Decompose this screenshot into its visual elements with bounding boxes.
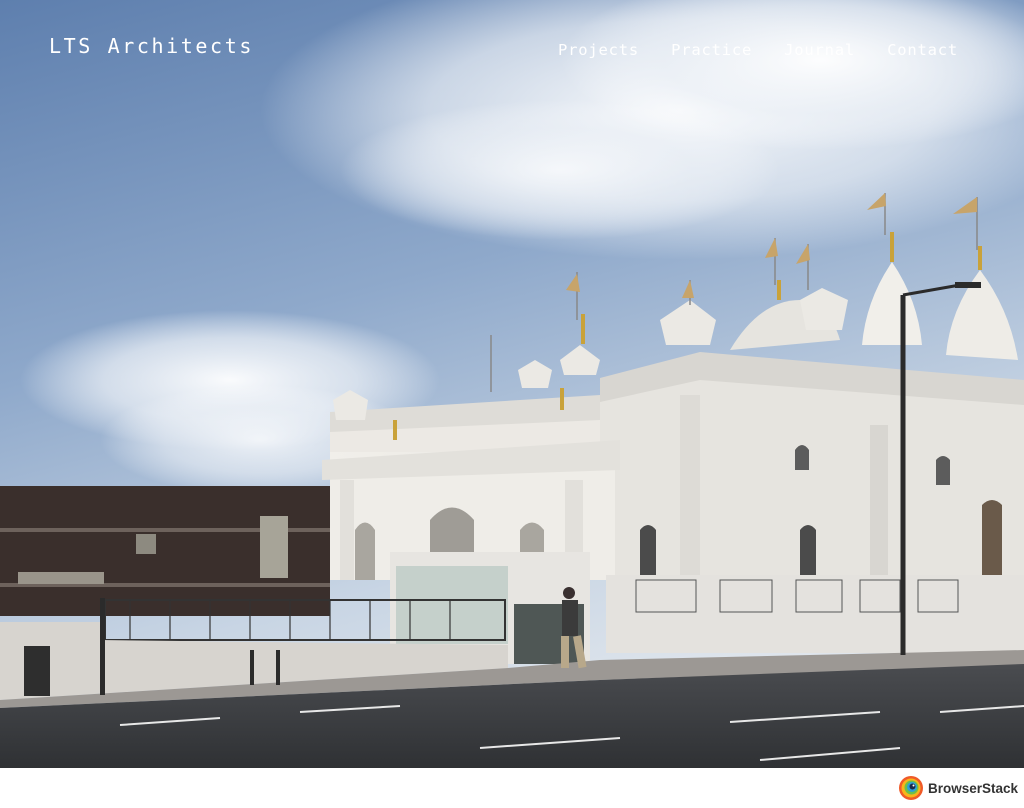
- browserstack-logo-icon: [898, 776, 923, 800]
- site-title-link[interactable]: LTS Architects: [49, 34, 254, 58]
- nav-item-contact[interactable]: Contact: [887, 41, 958, 59]
- temple-photo: [0, 0, 1024, 768]
- hero-image: [0, 0, 1024, 768]
- browserstack-label: BrowserStack: [927, 780, 1018, 796]
- footer-bar: BrowserStack: [0, 768, 1024, 808]
- main-nav: Projects Practice Journal Contact: [558, 41, 958, 59]
- nav-item-practice[interactable]: Practice: [671, 41, 752, 59]
- nav-item-journal[interactable]: Journal: [784, 41, 855, 59]
- browserstack-badge[interactable]: BrowserStack: [898, 775, 1018, 801]
- nav-item-projects[interactable]: Projects: [558, 41, 639, 59]
- page: LTS Architects Projects Practice Journal…: [0, 0, 1024, 808]
